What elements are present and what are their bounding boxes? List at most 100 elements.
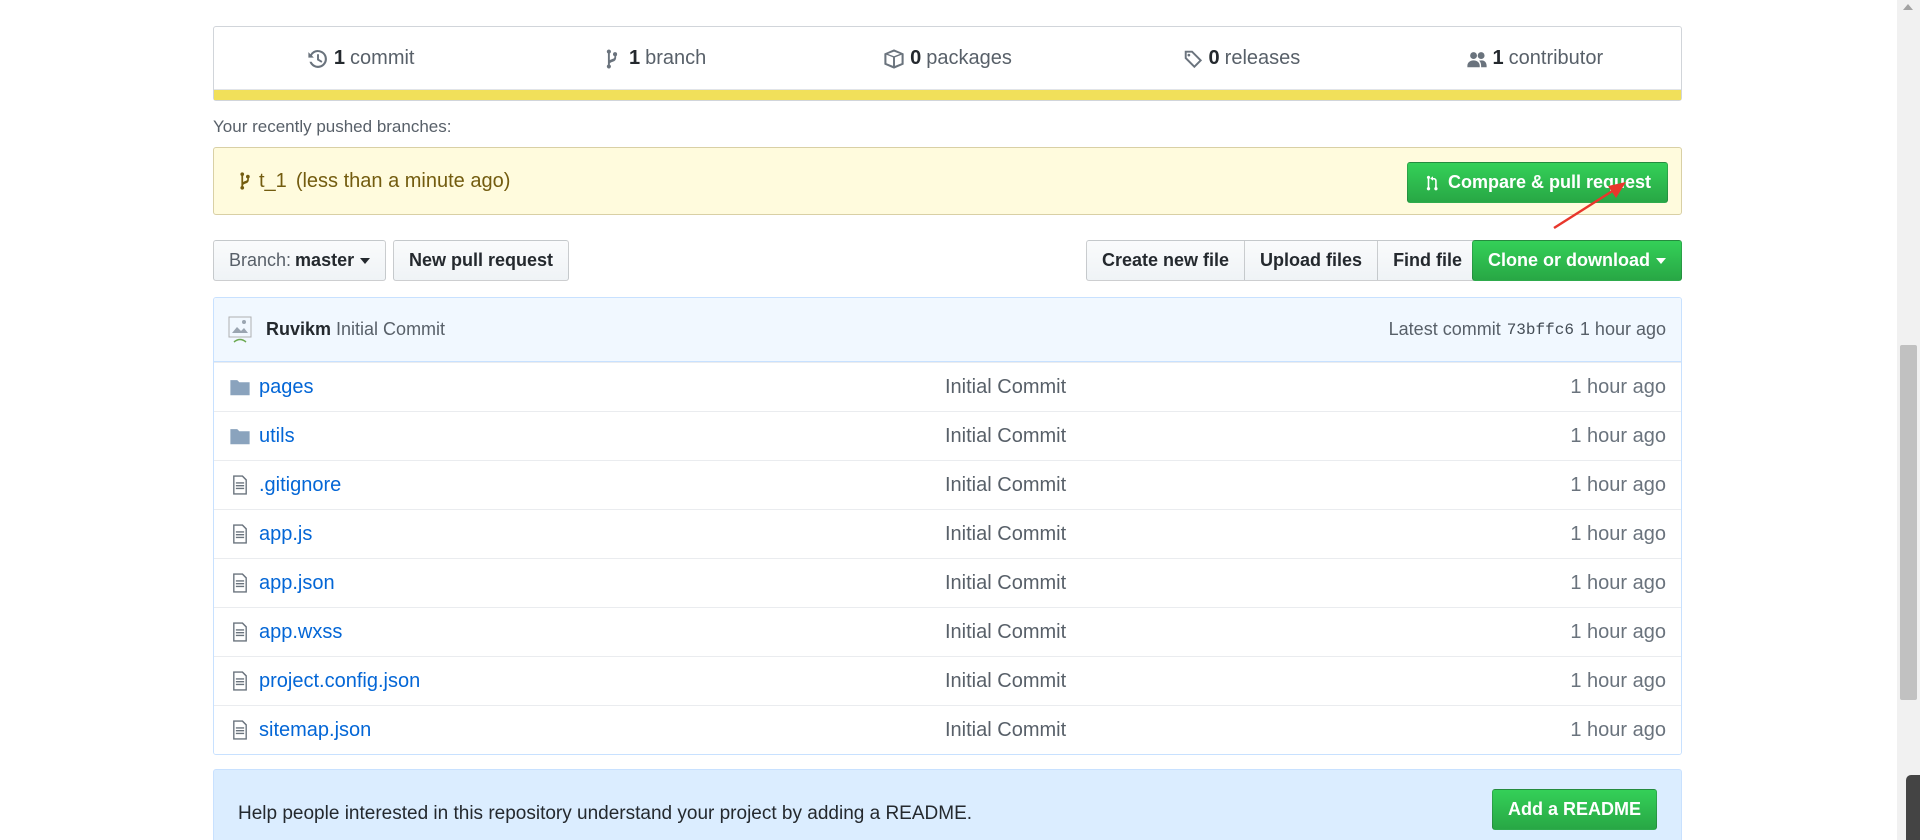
clone-label: Clone or download [1488,250,1650,270]
commit-sha-link[interactable]: 73bffc6 [1507,321,1574,339]
recent-branch-time: (less than a minute ago) [295,169,511,192]
create-new-file-button[interactable]: Create new file [1086,240,1246,281]
commits-link[interactable]: 1 commit [214,47,507,70]
file-icon [233,475,247,495]
file-link[interactable]: app.json [259,572,945,595]
folder-icon [230,380,250,396]
branches-label: branch [645,47,707,69]
file-commit-message[interactable]: Initial Commit [945,376,1066,399]
file-commit-message[interactable]: Initial Commit [945,719,1066,742]
upload-files-button[interactable]: Upload files [1244,240,1379,281]
file-icon [233,671,247,691]
file-list: Ruvikm Initial Commit Latest commit 73bf… [213,297,1682,755]
table-row: .gitignore Initial Commit 1 hour ago [214,460,1681,509]
packages-label: packages [926,47,1012,69]
file-icon [233,524,247,544]
avatar[interactable] [228,316,252,344]
compare-pull-request-button[interactable]: Compare & pull request [1406,162,1668,203]
contributors-label: contributor [1508,47,1604,69]
compare-button-label: Compare & pull request [1447,172,1651,192]
scroll-thumb[interactable] [1900,345,1917,700]
people-icon [1466,51,1487,67]
scroll-up-arrow-icon[interactable] [1903,4,1913,10]
file-link[interactable]: sitemap.json [259,719,945,742]
branch-name: master [295,250,355,270]
commit-message-link[interactable]: Initial Commit [336,319,445,340]
caret-down-icon [1656,257,1666,264]
caret-down-icon [360,257,371,264]
tag-icon [1184,50,1202,68]
recent-branch-info: t_1 (less than a minute ago) [236,170,510,193]
side-widget[interactable] [1906,775,1920,840]
file-age: 1 hour ago [1570,375,1666,398]
file-link[interactable]: utils [259,425,945,448]
file-icon [233,573,247,593]
recent-branches-label: Your recently pushed branches: [213,117,452,136]
recent-branch-link[interactable]: t_1 [259,170,287,193]
pull-request-icon [1426,175,1438,190]
file-icon [233,622,247,642]
releases-count: 0 [1208,47,1220,69]
table-row: app.wxss Initial Commit 1 hour ago [214,607,1681,656]
file-commit-message[interactable]: Initial Commit [945,670,1066,693]
table-row: sitemap.json Initial Commit 1 hour ago [214,705,1681,754]
file-link[interactable]: project.config.json [259,670,945,693]
releases-link[interactable]: 0 releases [1094,47,1387,70]
file-navigation: Branch: master New pull request Create n… [213,240,1682,282]
file-link[interactable]: .gitignore [259,474,945,497]
file-age: 1 hour ago [1570,571,1666,594]
language-bar[interactable] [214,89,1681,100]
package-icon [884,48,904,69]
branch-prefix: Branch: [229,250,292,270]
readme-prompt: Help people interested in this repositor… [213,769,1682,840]
commit-author-link[interactable]: Ruvikm [266,319,331,340]
latest-commit-bar: Ruvikm Initial Commit Latest commit 73bf… [214,298,1681,362]
latest-commit-label: Latest commit [1388,319,1501,339]
git-branch-icon [606,48,618,69]
commits-label: commit [350,47,415,69]
table-row: utils Initial Commit 1 hour ago [214,411,1681,460]
file-actions: Create new file Upload files Find file [1086,240,1479,281]
table-row: app.json Initial Commit 1 hour ago [214,558,1681,607]
packages-count: 0 [910,47,922,69]
file-link[interactable]: app.wxss [259,621,945,644]
file-commit-message[interactable]: Initial Commit [945,425,1066,448]
file-commit-message[interactable]: Initial Commit [945,474,1066,497]
readme-prompt-text: Help people interested in this repositor… [238,803,973,824]
contributors-link[interactable]: 1 contributor [1388,47,1681,70]
file-commit-message[interactable]: Initial Commit [945,523,1066,546]
branches-count: 1 [628,47,641,69]
file-icon [233,720,247,740]
commits-count: 1 [333,47,346,69]
file-age: 1 hour ago [1570,522,1666,545]
recent-branch-banner: t_1 (less than a minute ago) Compare & p… [213,147,1682,215]
branch-select-button[interactable]: Branch: master [213,240,387,281]
numbers-summary: 1 commit 1 branch 0 packages 0 releases … [213,26,1682,101]
file-age: 1 hour ago [1570,473,1666,496]
folder-icon [230,429,250,445]
file-age: 1 hour ago [1570,424,1666,447]
file-age: 1 hour ago [1570,620,1666,643]
file-link[interactable]: app.js [259,523,945,546]
file-commit-message[interactable]: Initial Commit [945,572,1066,595]
add-readme-button[interactable]: Add a README [1491,789,1657,830]
table-row: project.config.json Initial Commit 1 hou… [214,656,1681,705]
table-row: app.js Initial Commit 1 hour ago [214,509,1681,558]
table-row: pages Initial Commit 1 hour ago [214,362,1681,411]
file-age: 1 hour ago [1570,669,1666,692]
latest-commit-info: Latest commit 73bffc6 1 hour ago [1389,319,1666,340]
latest-commit-age: 1 hour ago [1579,319,1666,339]
file-commit-message[interactable]: Initial Commit [945,621,1066,644]
git-branch-icon [240,172,250,190]
find-file-button[interactable]: Find file [1377,240,1479,281]
file-link[interactable]: pages [259,376,945,399]
vertical-scrollbar[interactable] [1897,0,1920,840]
contributors-count: 1 [1492,47,1504,69]
clone-download-button[interactable]: Clone or download [1472,240,1682,281]
history-icon [308,49,327,68]
file-age: 1 hour ago [1570,718,1666,741]
releases-label: releases [1224,47,1301,69]
new-pull-request-button[interactable]: New pull request [393,240,570,281]
branches-link[interactable]: 1 branch [507,47,800,70]
packages-link[interactable]: 0 packages [801,47,1094,70]
